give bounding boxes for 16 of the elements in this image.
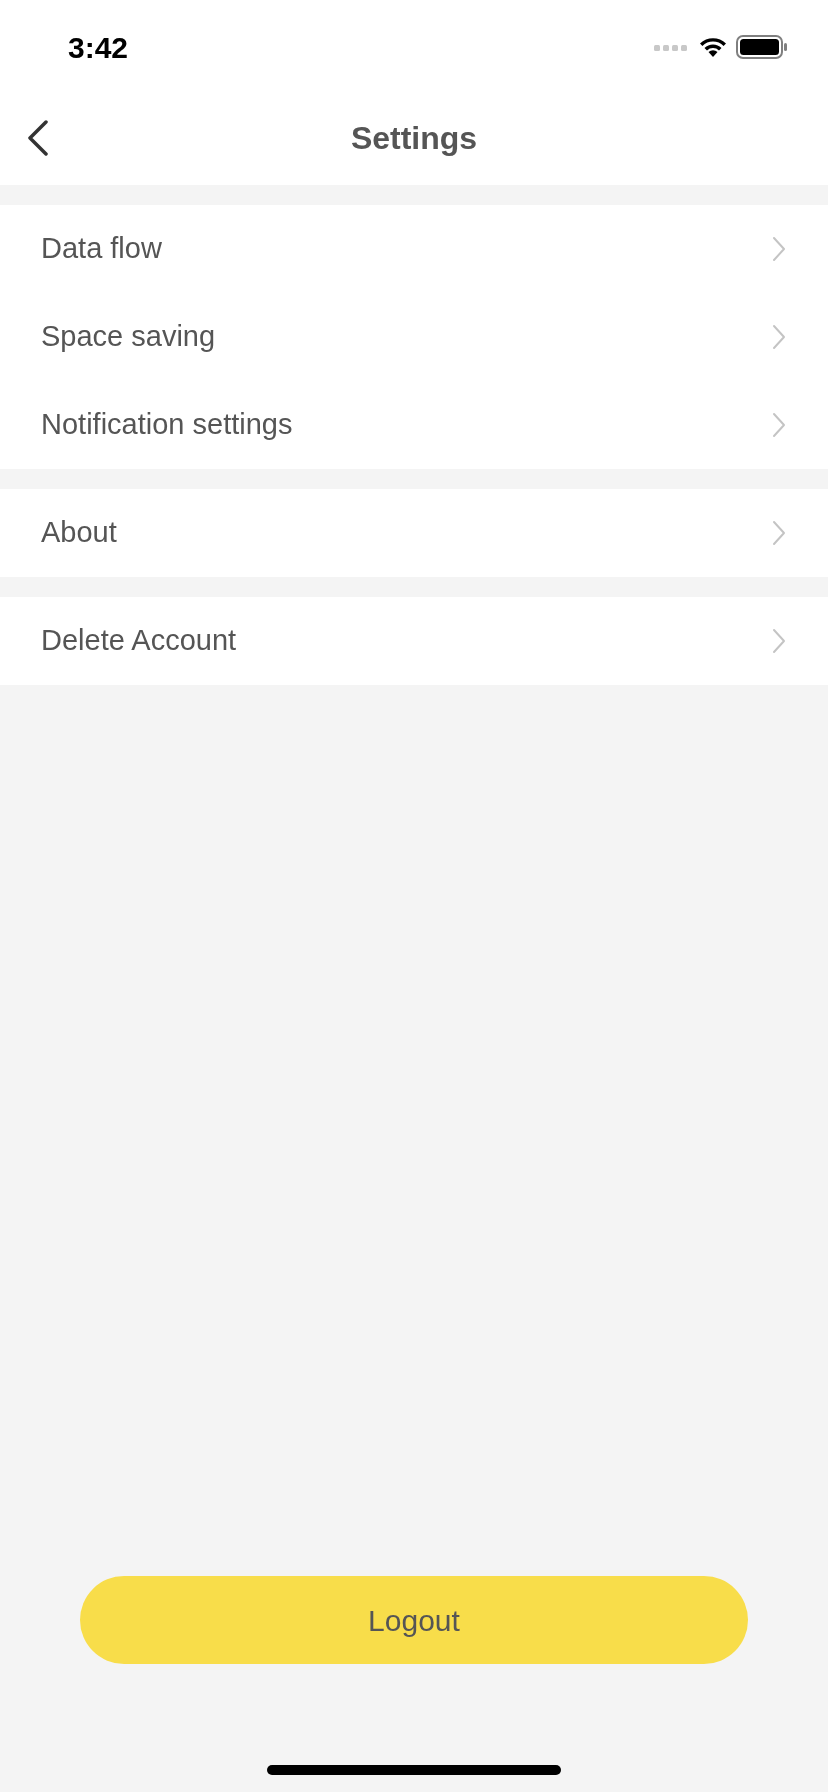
chevron-right-icon <box>772 412 786 438</box>
status-time: 3:42 <box>68 29 129 66</box>
page-title: Settings <box>350 118 478 158</box>
settings-row[interactable]: Delete Account <box>0 597 828 685</box>
settings-row[interactable]: Space saving <box>0 293 828 381</box>
chevron-right-icon <box>772 236 786 262</box>
settings-row[interactable]: About <box>0 489 828 577</box>
settings-row[interactable]: Notification settings <box>0 381 828 469</box>
settings-row[interactable]: Data flow <box>0 205 828 293</box>
chevron-right-icon <box>772 324 786 350</box>
back-icon <box>27 120 49 156</box>
wifi-icon <box>698 36 728 58</box>
logout-button[interactable]: Logout <box>80 1576 748 1664</box>
battery-icon <box>736 35 788 59</box>
chevron-right-icon <box>772 628 786 654</box>
chevron-right-icon <box>772 520 786 546</box>
